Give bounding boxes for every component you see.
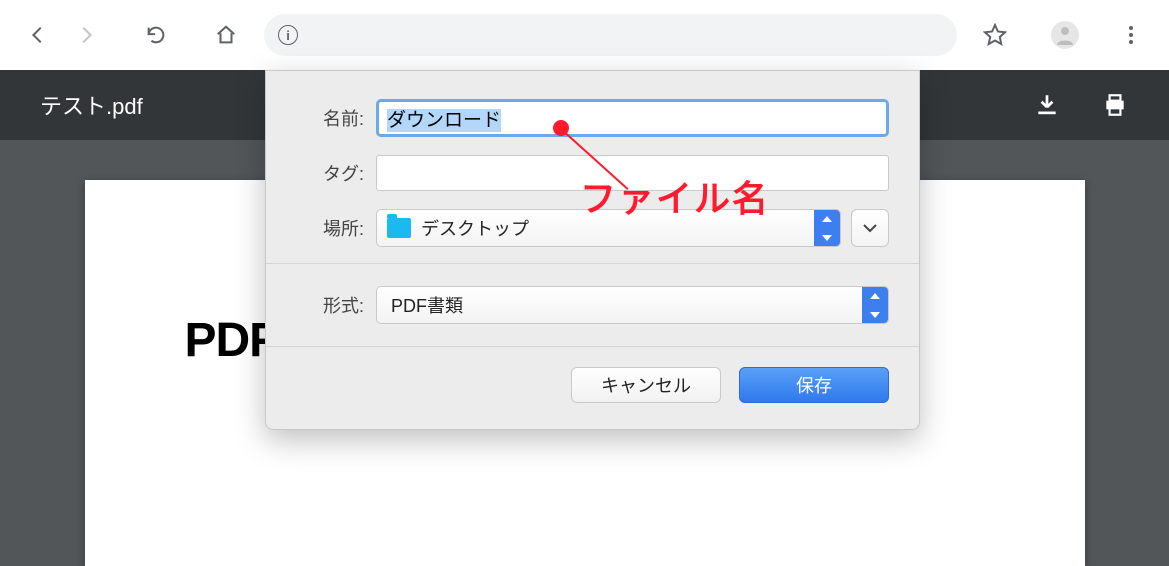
- save-dialog: 名前: ダウンロード タグ: 場所: デスクトップ: [265, 70, 920, 430]
- browser-toolbar: i: [0, 0, 1169, 70]
- print-button[interactable]: [1101, 91, 1129, 119]
- format-label: 形式:: [296, 292, 376, 318]
- chevron-down-icon: [863, 223, 877, 233]
- stepper-icon: [862, 286, 888, 324]
- pdf-filename: テスト.pdf: [40, 89, 143, 121]
- expand-location-button[interactable]: [851, 209, 889, 247]
- stepper-icon: [814, 209, 840, 247]
- filename-value: ダウンロード: [387, 109, 501, 132]
- forward-button[interactable]: [68, 17, 104, 53]
- filename-input[interactable]: ダウンロード: [376, 99, 889, 137]
- cancel-button[interactable]: キャンセル: [571, 367, 721, 403]
- star-icon: [983, 23, 1007, 47]
- location-label: 場所:: [296, 215, 376, 241]
- name-label: 名前:: [296, 105, 376, 131]
- browser-menu-button[interactable]: [1113, 17, 1149, 53]
- annotation-dot: [553, 120, 569, 136]
- home-button[interactable]: [208, 17, 244, 53]
- back-button[interactable]: [20, 17, 56, 53]
- folder-icon: [387, 218, 411, 238]
- print-icon: [1102, 92, 1128, 118]
- tags-label: タグ:: [296, 160, 376, 186]
- dot-icon: [1129, 40, 1133, 44]
- format-value: PDF書類: [391, 292, 862, 318]
- reload-button[interactable]: [138, 17, 174, 53]
- dot-icon: [1129, 26, 1133, 30]
- reload-icon: [145, 24, 167, 46]
- avatar-icon: [1053, 23, 1077, 47]
- back-icon: [27, 24, 49, 46]
- format-select[interactable]: PDF書類: [376, 286, 889, 324]
- url-bar[interactable]: i: [264, 14, 957, 56]
- download-icon: [1034, 92, 1060, 118]
- forward-icon: [75, 24, 97, 46]
- download-button[interactable]: [1033, 91, 1061, 119]
- bookmark-button[interactable]: [977, 17, 1013, 53]
- home-icon: [215, 24, 237, 46]
- dot-icon: [1129, 33, 1133, 37]
- profile-avatar[interactable]: [1051, 21, 1079, 49]
- annotation-text: ファイル名: [580, 170, 770, 222]
- save-button[interactable]: 保存: [739, 367, 889, 403]
- site-info-icon[interactable]: i: [278, 25, 298, 45]
